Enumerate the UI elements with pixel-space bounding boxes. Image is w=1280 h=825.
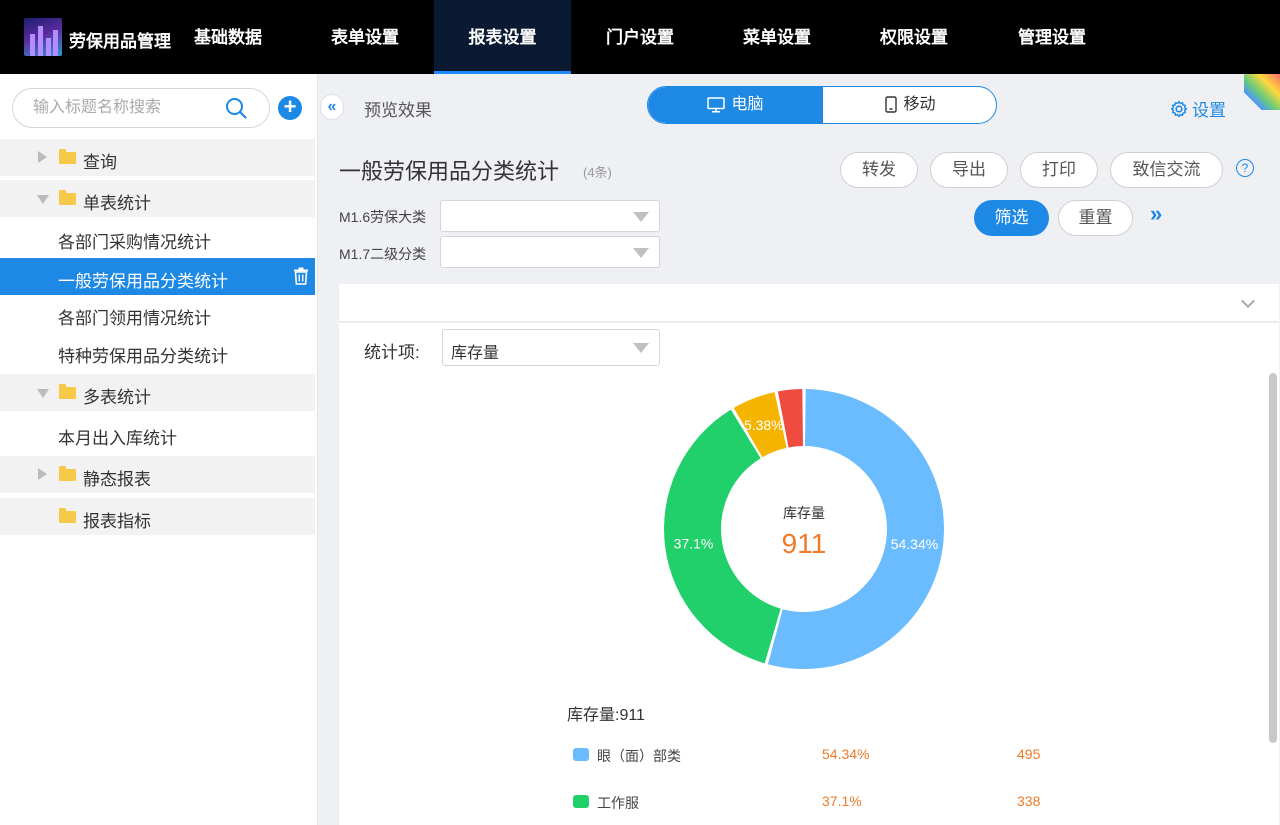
- corner-badge: [1244, 74, 1280, 110]
- nav-portal-settings[interactable]: 门户设置: [588, 0, 692, 74]
- slice-label: 5.38%: [744, 417, 784, 433]
- tree-item-dept-usage[interactable]: 各部门领用情况统计: [0, 295, 315, 332]
- legend-name: 眼（面）部类: [597, 748, 681, 764]
- record-count: (4条): [583, 165, 612, 180]
- collapse-arrow-icon[interactable]: [37, 389, 49, 398]
- legend-title: 库存量:911: [567, 707, 645, 724]
- phone-icon: [885, 96, 898, 113]
- main-content: « 预览效果 电脑 移动 设置 一般劳保用品分类统计 (4条) 转发 导出 打印…: [318, 74, 1280, 825]
- settings-label: 设置: [1192, 101, 1226, 120]
- collapse-sidebar-button[interactable]: «: [320, 94, 344, 120]
- legend-value: 338: [1017, 793, 1041, 809]
- report-title: 一般劳保用品分类统计: [339, 159, 560, 184]
- help-icon[interactable]: ?: [1236, 159, 1254, 177]
- app-title: 劳保用品管理: [69, 32, 171, 51]
- expand-arrow-icon[interactable]: [38, 468, 47, 480]
- donut-center-total: 911: [782, 528, 827, 559]
- donut-chart: 54.34% 37.1% 5.38% 库存量 911: [664, 389, 944, 669]
- chart-panel: 统计项: 库存量 54.34% 37.1% 5.38% 库存量 911 库存量:911 …: [339, 323, 1279, 825]
- chat-button[interactable]: 致信交流: [1110, 152, 1223, 188]
- legend-percent: 37.1%: [822, 793, 862, 809]
- slice-label: 54.34%: [891, 536, 938, 552]
- slice-label: 37.1%: [674, 536, 714, 552]
- device-toggle: 电脑 移动: [647, 86, 997, 124]
- legend-percent: 54.34%: [822, 746, 870, 762]
- export-button[interactable]: 导出: [930, 152, 1008, 188]
- nav-basic-data[interactable]: 基础数据: [180, 0, 276, 74]
- device-desktop-label: 电脑: [731, 96, 764, 113]
- nav-form-settings[interactable]: 表单设置: [313, 0, 417, 74]
- tree-group-label: 单表统计: [83, 194, 151, 213]
- folder-icon: [59, 149, 76, 164]
- caret-down-icon: [633, 212, 649, 222]
- forward-button[interactable]: 转发: [840, 152, 918, 188]
- tree-group-single-table[interactable]: 单表统计: [0, 180, 315, 217]
- caret-down-icon: [633, 248, 649, 258]
- filter-select-subcategory[interactable]: [440, 236, 660, 268]
- settings-button[interactable]: 设置: [1170, 96, 1226, 121]
- preview-label: 预览效果: [364, 101, 432, 120]
- tree-group-report-metrics[interactable]: 报表指标: [0, 498, 315, 535]
- print-button[interactable]: 打印: [1020, 152, 1098, 188]
- legend-value: 495: [1017, 746, 1041, 762]
- app-logo: [24, 18, 62, 56]
- filter-label-subcategory: M1.7二级分类: [339, 246, 427, 262]
- tree-group-query[interactable]: 查询: [0, 139, 315, 176]
- add-report-button[interactable]: +: [278, 96, 302, 120]
- tree-item-monthly-inout[interactable]: 本月出入库统计: [0, 415, 315, 452]
- nav-permission-settings[interactable]: 权限设置: [862, 0, 966, 74]
- nav-admin-settings[interactable]: 管理设置: [1000, 0, 1104, 74]
- tree-item-dept-purchase[interactable]: 各部门采购情况统计: [0, 219, 315, 256]
- tree-item-label: 特种劳保用品分类统计: [58, 347, 228, 366]
- tree-item-general-ppe[interactable]: 一般劳保用品分类统计: [0, 258, 315, 295]
- nav-menu-settings[interactable]: 菜单设置: [725, 0, 829, 74]
- chart-panel-header: [339, 284, 1279, 322]
- tree-item-special-ppe[interactable]: 特种劳保用品分类统计: [0, 333, 315, 370]
- folder-icon: [59, 190, 76, 205]
- device-desktop-tab[interactable]: 电脑: [648, 87, 823, 123]
- folder-icon: [59, 466, 76, 481]
- donut-center-label: 库存量: [783, 505, 825, 521]
- search-icon[interactable]: [225, 97, 247, 119]
- tree-group-multi-table[interactable]: 多表统计: [0, 374, 315, 411]
- expand-arrow-icon[interactable]: [38, 151, 47, 163]
- trash-icon[interactable]: [293, 267, 309, 285]
- filter-label-category: M1.6劳保大类: [339, 209, 427, 225]
- gear-icon: [1170, 100, 1188, 118]
- tree-group-label: 报表指标: [83, 512, 151, 531]
- tree-item-label: 各部门领用情况统计: [58, 309, 211, 328]
- legend-swatch: [573, 795, 589, 808]
- legend-name: 工作服: [597, 795, 639, 811]
- expand-more-icon[interactable]: »: [1150, 201, 1162, 227]
- reset-button[interactable]: 重置: [1058, 200, 1133, 236]
- tree-group-label: 查询: [83, 153, 117, 172]
- filter-select-category[interactable]: [440, 200, 660, 232]
- tree-group-label: 多表统计: [83, 388, 151, 407]
- legend-row: 工作服 37.1% 338: [573, 793, 1073, 813]
- nav-report-settings[interactable]: 报表设置: [434, 0, 571, 74]
- folder-icon: [59, 508, 76, 523]
- tree-item-label: 一般劳保用品分类统计: [58, 272, 228, 291]
- sidebar: + 查询 单表统计 各部门采购情况统计 一般劳保用品分类统计 各部门领用情况统计…: [0, 74, 318, 825]
- collapse-arrow-icon[interactable]: [37, 195, 49, 204]
- chevron-down-icon[interactable]: [1240, 293, 1256, 309]
- tree-item-label: 本月出入库统计: [58, 429, 177, 448]
- folder-icon: [59, 384, 76, 399]
- tree-group-static-reports[interactable]: 静态报表: [0, 456, 315, 493]
- search-box: [12, 88, 270, 128]
- tree-item-label: 各部门采购情况统计: [58, 233, 211, 252]
- filter-button[interactable]: 筛选: [974, 200, 1049, 236]
- device-mobile-tab[interactable]: 移动: [823, 87, 996, 123]
- legend-row: 眼（面）部类 54.34% 495: [573, 746, 1073, 766]
- tree-group-label: 静态报表: [83, 470, 151, 489]
- top-nav-bar: 劳保用品管理 基础数据 表单设置 报表设置 门户设置 菜单设置 权限设置 管理设…: [0, 0, 1280, 74]
- device-mobile-label: 移动: [903, 96, 936, 113]
- monitor-icon: [707, 97, 726, 113]
- scrollbar[interactable]: [1269, 373, 1277, 743]
- search-input[interactable]: [33, 97, 218, 119]
- legend-swatch: [573, 748, 589, 761]
